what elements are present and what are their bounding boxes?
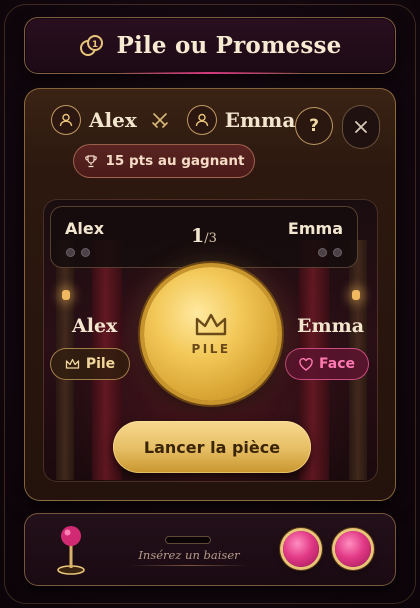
round-current: 1 (191, 225, 205, 247)
face-choice-button[interactable]: Face (285, 348, 369, 380)
face-choice-label: Face (319, 356, 355, 372)
launch-coin-button[interactable]: Lancer la pièce (113, 421, 311, 473)
help-button[interactable]: ? (295, 107, 333, 145)
coin-label: PILE (191, 342, 231, 356)
close-icon (355, 121, 367, 133)
lamp-decoration (352, 290, 360, 300)
pile-choice-button[interactable]: Pile (50, 348, 130, 380)
arcade-button-2[interactable] (335, 531, 371, 567)
coin[interactable]: PILE (144, 267, 278, 401)
user-icon (186, 105, 217, 135)
left-score-dots (66, 248, 90, 257)
round-total: /3 (204, 231, 217, 246)
crossed-swords-icon (151, 113, 168, 128)
right-score-dots (318, 248, 342, 257)
heart-icon (299, 357, 313, 371)
score-dot (333, 248, 342, 257)
machine-bar: Insérez un baiser (24, 513, 396, 586)
crown-icon (195, 313, 227, 336)
title-bar: 1 Pile ou Promesse (24, 17, 396, 74)
trophy-icon (84, 155, 97, 168)
player-right-name: Emma (224, 108, 296, 132)
crown-icon (65, 358, 79, 369)
svg-text:1: 1 (91, 40, 97, 50)
close-button[interactable] (342, 105, 380, 149)
prize-badge: 15 pts au gagnant (73, 144, 255, 178)
prize-label: 15 pts au gagnant (105, 153, 245, 169)
lamp-decoration (62, 290, 70, 300)
game-panel: Alex Emma ? 15 pts au gagnant Alex 1/3 E… (24, 88, 396, 501)
players-header: Alex Emma (51, 105, 295, 135)
coin-slot (165, 536, 211, 544)
slot-hint: Insérez un baiser (127, 548, 251, 566)
choice-right-name: Emma (297, 315, 365, 337)
pile-choice-label: Pile (85, 356, 116, 372)
joystick-icon[interactable] (55, 524, 87, 576)
score-dot (66, 248, 75, 257)
scoreboard: Alex 1/3 Emma (50, 206, 358, 268)
page-title: Pile ou Promesse (116, 32, 342, 59)
score-dot (318, 248, 327, 257)
score-dot (81, 248, 90, 257)
game-scene: Alex 1/3 Emma Alex Emma Pile Face PILE L… (43, 199, 378, 482)
user-icon (51, 105, 81, 135)
choice-left-name: Alex (72, 315, 118, 337)
coins-icon: 1 (79, 34, 103, 56)
scoreboard-right-name: Emma (287, 219, 343, 238)
player-left-name: Alex (89, 108, 137, 132)
arcade-button-1[interactable] (283, 531, 319, 567)
